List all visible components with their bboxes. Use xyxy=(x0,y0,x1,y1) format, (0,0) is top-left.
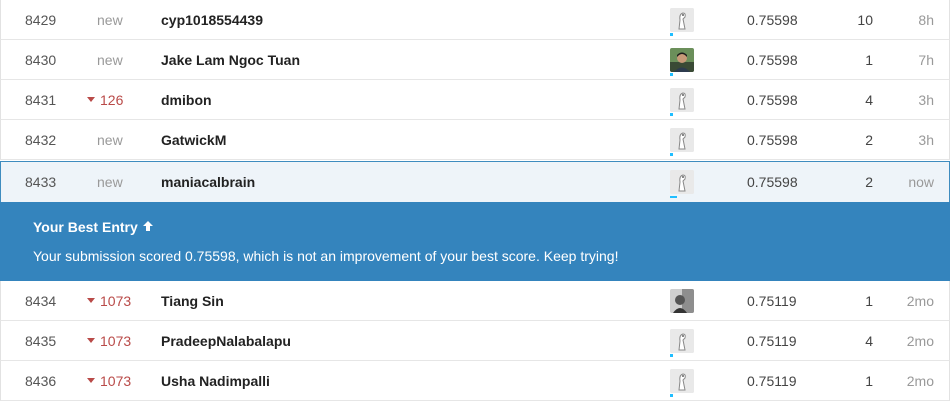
team-avatar[interactable] xyxy=(670,0,696,39)
status-dot xyxy=(670,153,673,156)
arrow-up-icon xyxy=(142,219,154,235)
team-avatar[interactable] xyxy=(670,361,696,400)
last-submission: 8h xyxy=(918,11,934,28)
leaderboard-row[interactable]: 8432 new GatwickM 0.75598 2 3h xyxy=(0,120,950,160)
leaderboard-row[interactable]: 8429 new cyp1018554439 0.75598 10 8h xyxy=(0,0,950,40)
rank: 8434 xyxy=(25,292,57,309)
entries-count: 1 xyxy=(865,51,873,68)
last-submission: 2mo xyxy=(906,332,934,349)
team-avatar[interactable] xyxy=(670,80,696,119)
team-name[interactable]: cyp1018554439 xyxy=(161,0,263,39)
leaderboard: 8429 new cyp1018554439 0.75598 10 8h 843… xyxy=(0,0,952,402)
leaderboard-row[interactable]: 8436 1073 Usha Nadimpalli 0.75119 1 2mo xyxy=(0,361,950,401)
rank-change-value: 1073 xyxy=(100,292,132,309)
rank: 8435 xyxy=(25,332,57,349)
goose-icon xyxy=(670,170,694,194)
leaderboard-row[interactable]: 8435 1073 PradeepNalabalapu 0.75119 4 2m… xyxy=(0,321,950,361)
status-dot xyxy=(670,73,673,76)
status-dot xyxy=(670,354,673,357)
rank: 8436 xyxy=(25,372,57,389)
team-name[interactable]: GatwickM xyxy=(161,120,226,159)
entries-count: 4 xyxy=(865,91,873,108)
score: 0.75598 xyxy=(747,51,798,68)
arrow-down-icon xyxy=(87,338,95,343)
last-submission: 3h xyxy=(918,91,934,108)
photo-avatar xyxy=(670,47,694,72)
last-submission: 7h xyxy=(918,51,934,68)
banner-title-text: Your Best Entry xyxy=(33,219,138,235)
last-submission: now xyxy=(908,174,934,190)
score: 0.75119 xyxy=(747,292,797,309)
rank: 8431 xyxy=(25,91,57,108)
entries-count: 2 xyxy=(865,131,873,148)
entries-count: 1 xyxy=(865,372,873,389)
leaderboard-row[interactable]: 8431 126 dmibon 0.75598 4 3h xyxy=(0,80,950,120)
last-submission: 2mo xyxy=(906,372,934,389)
team-avatar[interactable] xyxy=(670,120,696,159)
arrow-down-icon xyxy=(87,97,95,102)
rank-change: new xyxy=(97,11,123,28)
goose-icon xyxy=(670,7,694,32)
rank-change: 1073 xyxy=(87,281,147,320)
rank-change-value: 1073 xyxy=(100,332,132,349)
entries-count: 4 xyxy=(865,332,873,349)
entries-count: 10 xyxy=(857,11,873,28)
score: 0.75598 xyxy=(747,174,798,190)
leaderboard-row[interactable]: 8430 new Jake Lam Ngoc Tuan 0.75598 1 7h xyxy=(0,40,950,80)
rank-change: 1073 xyxy=(87,361,147,400)
rank-change: 1073 xyxy=(87,321,147,360)
team-name[interactable]: Jake Lam Ngoc Tuan xyxy=(161,40,300,79)
goose-icon xyxy=(670,368,694,393)
team-name[interactable]: PradeepNalabalapu xyxy=(161,321,291,360)
team-name[interactable]: dmibon xyxy=(161,80,212,119)
score: 0.75119 xyxy=(747,372,797,389)
score: 0.75598 xyxy=(747,11,798,28)
last-submission: 2mo xyxy=(906,292,934,309)
rank: 8430 xyxy=(25,51,57,68)
goose-icon xyxy=(670,87,694,112)
team-avatar[interactable] xyxy=(670,281,696,320)
rank-change: new xyxy=(97,174,123,190)
score: 0.75598 xyxy=(747,131,798,148)
status-dot xyxy=(670,394,673,397)
team-name[interactable]: maniacalbrain xyxy=(161,162,255,202)
status-dot xyxy=(670,196,677,198)
team-name[interactable]: Tiang Sin xyxy=(161,281,224,320)
rank-change-value: 1073 xyxy=(100,372,132,389)
last-submission: 3h xyxy=(918,131,934,148)
rank-change: new xyxy=(97,131,123,148)
team-name[interactable]: Usha Nadimpalli xyxy=(161,361,270,400)
team-avatar[interactable] xyxy=(670,40,696,79)
best-entry-banner: Your Best Entry Your submission scored 0… xyxy=(0,202,950,281)
score: 0.75598 xyxy=(747,91,798,108)
status-dot xyxy=(670,113,673,116)
rank: 8432 xyxy=(25,131,57,148)
photo-avatar xyxy=(670,288,694,313)
arrow-down-icon xyxy=(87,378,95,383)
team-avatar[interactable] xyxy=(670,321,696,360)
status-dot xyxy=(670,33,673,36)
rank-change: new xyxy=(97,51,123,68)
banner-message: Your submission scored 0.75598, which is… xyxy=(33,248,619,264)
rank: 8429 xyxy=(25,11,57,28)
leaderboard-row[interactable]: 8434 1073 Tiang Sin 0.75119 1 2mo xyxy=(0,281,950,321)
current-user-row[interactable]: 8433 new maniacalbrain 0.75598 2 now xyxy=(0,161,950,203)
rank-change-value: 126 xyxy=(100,91,124,108)
rank: 8433 xyxy=(25,174,57,190)
goose-icon xyxy=(670,127,694,152)
entries-count: 2 xyxy=(865,174,873,190)
goose-icon xyxy=(670,328,694,353)
score: 0.75119 xyxy=(747,332,797,349)
entries-count: 1 xyxy=(865,292,873,309)
banner-title: Your Best Entry xyxy=(33,219,154,235)
rank-change: 126 xyxy=(87,80,147,119)
arrow-down-icon xyxy=(87,298,95,303)
